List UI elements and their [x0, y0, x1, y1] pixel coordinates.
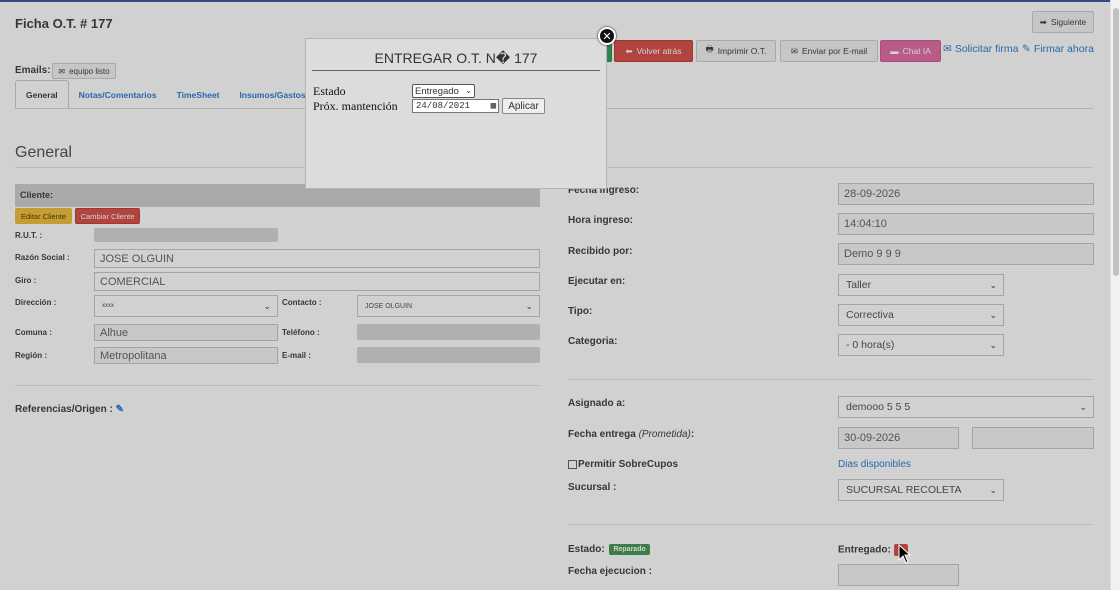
scrollbar[interactable]	[1110, 0, 1120, 590]
chevron-down-icon: ⌄	[465, 86, 472, 95]
modal-estado-value: Entregado	[415, 85, 459, 97]
modal-estado-label: Estado	[313, 84, 346, 98]
modal-title: ENTREGAR O.T. N� 177	[374, 50, 538, 66]
close-icon[interactable]: ✕	[598, 27, 616, 45]
scrollbar-thumb[interactable]	[1113, 8, 1119, 276]
modal-divider	[312, 70, 600, 71]
modal-mantencion-label: Próx. mantención	[313, 99, 398, 113]
modal-mantencion-date[interactable]: 24/08/2021 ▦	[412, 99, 499, 113]
modal-estado-select[interactable]: Entregado ⌄	[412, 84, 475, 98]
mouse-cursor-icon	[898, 544, 912, 564]
entregar-modal: ENTREGAR O.T. N� 177 Estado Entregado ⌄ …	[305, 38, 607, 189]
calendar-icon[interactable]: ▦	[491, 101, 496, 111]
modal-mantencion-value: 24/08/2021	[416, 101, 471, 111]
aplicar-button[interactable]: Aplicar	[502, 98, 545, 114]
